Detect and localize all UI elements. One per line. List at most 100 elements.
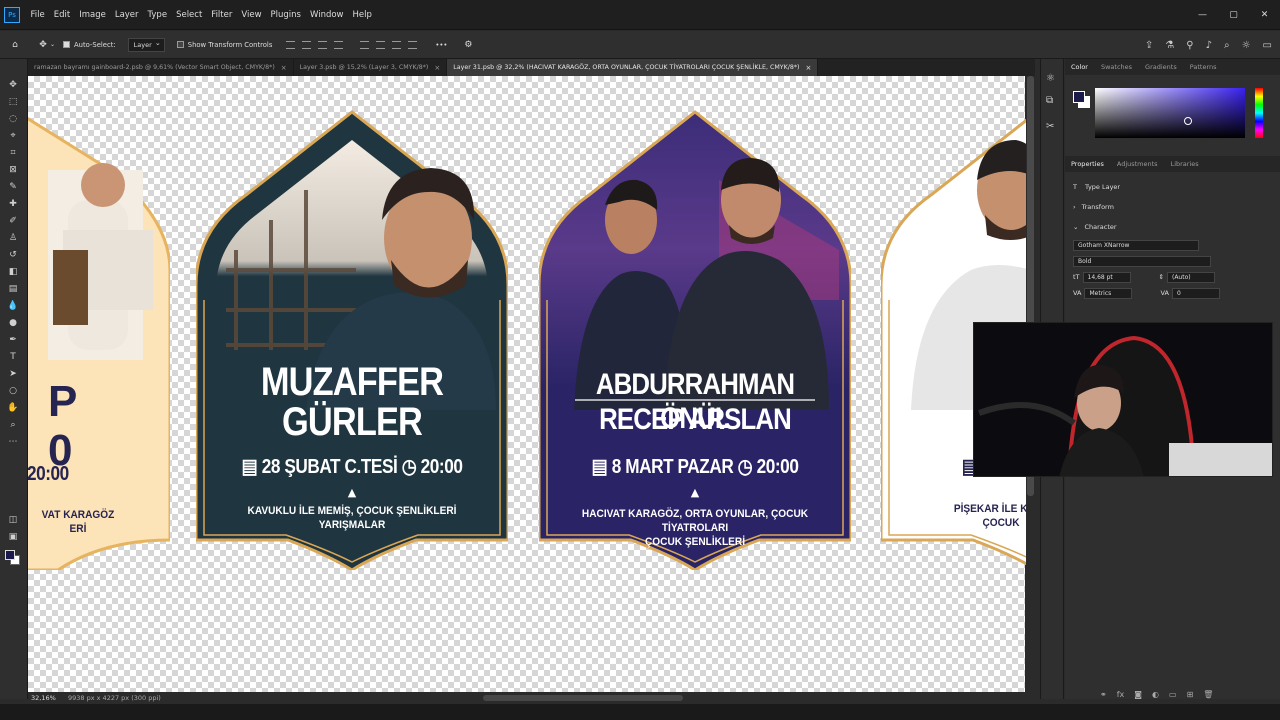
lightbulb-icon[interactable]: ☼ <box>1242 40 1251 51</box>
menu-file[interactable]: File <box>26 10 49 20</box>
path-select-icon[interactable]: ➤ <box>6 368 20 381</box>
zoom-tool-icon[interactable]: ⌕ <box>6 419 20 432</box>
tab-gradients[interactable]: Gradients <box>1145 63 1177 71</box>
flask-icon[interactable]: ⚗ <box>1165 40 1174 51</box>
align-left-icon[interactable] <box>286 40 296 49</box>
screen-mode-icon[interactable]: ▣ <box>6 531 20 544</box>
stamp-tool-icon[interactable]: ♙ <box>6 232 20 245</box>
align-middle-icon[interactable] <box>376 40 386 49</box>
tab-swatches[interactable]: Swatches <box>1101 63 1132 71</box>
history-brush-icon[interactable]: ↺ <box>6 249 20 262</box>
maximize-button[interactable]: ▢ <box>1218 10 1249 20</box>
home-icon[interactable]: ⌂ <box>8 38 22 52</box>
mask-icon[interactable]: ◙ <box>1134 690 1142 699</box>
foreground-color-swatch[interactable] <box>1073 91 1085 103</box>
eyedropper-icon[interactable]: ✎ <box>6 181 20 194</box>
menu-plugins[interactable]: Plugins <box>266 10 305 20</box>
canvas-area[interactable]: P 0 Sİ 20:00 VAT KARAGÖZERİ <box>28 76 1035 692</box>
align-top-icon[interactable] <box>360 40 370 49</box>
tab-libraries[interactable]: Libraries <box>1171 160 1199 168</box>
properties-panel-icon[interactable]: ⚛ <box>1046 73 1055 84</box>
auto-select-dropdown[interactable]: Layer <box>127 37 165 52</box>
close-icon[interactable]: × <box>281 64 287 72</box>
font-family-select[interactable]: Gotham XNarrow <box>1073 239 1199 251</box>
fx-icon[interactable]: fx <box>1117 690 1125 699</box>
menu-type[interactable]: Type <box>143 10 172 20</box>
shape-tool-icon[interactable]: ○ <box>6 385 20 398</box>
menu-help[interactable]: Help <box>348 10 376 20</box>
transform-section[interactable]: › Transform <box>1065 197 1280 217</box>
auto-select-checkbox[interactable] <box>63 41 71 48</box>
menu-view[interactable]: View <box>237 10 266 20</box>
group-icon[interactable]: ▭ <box>1169 690 1177 699</box>
healing-brush-icon[interactable]: ✚ <box>6 198 20 211</box>
tab-patterns[interactable]: Patterns <box>1190 63 1217 71</box>
foreground-color-swatch[interactable] <box>5 550 15 560</box>
tab-document-1[interactable]: ramazan bayramı gainboard-2.psb @ 9,61% … <box>28 59 294 76</box>
crop-tool-icon[interactable]: ⌗ <box>6 147 20 160</box>
hue-slider[interactable] <box>1255 88 1263 138</box>
font-size-input[interactable]: 14,68 pt <box>1082 271 1131 283</box>
leading-input[interactable]: (Auto) <box>1166 271 1215 283</box>
distribute-v-icon[interactable] <box>408 40 418 49</box>
eraser-icon[interactable]: ◧ <box>6 266 20 279</box>
share-icon[interactable]: ⇪ <box>1145 40 1153 51</box>
tab-color[interactable]: Color <box>1071 63 1088 71</box>
zoom-level[interactable]: 32,16% <box>28 694 68 702</box>
gear-icon[interactable]: ⚙ <box>461 38 475 52</box>
horizontal-scrollbar[interactable] <box>483 695 683 701</box>
font-style-select[interactable]: Bold <box>1073 255 1211 267</box>
marquee-tool-icon[interactable]: ⬚ <box>6 96 20 109</box>
hand-tool-icon[interactable]: ✋ <box>6 402 20 415</box>
brush-tool-icon[interactable]: ✐ <box>6 215 20 228</box>
minimize-button[interactable]: — <box>1187 10 1218 20</box>
document-canvas[interactable]: P 0 Sİ 20:00 VAT KARAGÖZERİ <box>28 76 1035 692</box>
quick-select-icon[interactable]: ⌖ <box>6 130 20 143</box>
tools-panel-icon[interactable]: ✂ <box>1046 121 1054 132</box>
color-picker-marker[interactable] <box>1184 117 1192 125</box>
menu-image[interactable]: Image <box>75 10 111 20</box>
menu-edit[interactable]: Edit <box>49 10 74 20</box>
bell-icon[interactable]: ♪ <box>1206 40 1212 51</box>
type-tool-icon[interactable]: T <box>6 351 20 364</box>
tab-document-2[interactable]: Layer 3.psb @ 15,2% (Layer 3, CMYK/8*) × <box>294 59 448 76</box>
distribute-icon[interactable] <box>334 40 344 49</box>
blur-tool-icon[interactable]: 💧 <box>6 300 20 313</box>
close-icon[interactable]: × <box>434 64 440 72</box>
layers-panel-icon[interactable]: ⧉ <box>1046 95 1053 106</box>
close-button[interactable]: ✕ <box>1249 10 1280 20</box>
move-tool-icon[interactable]: ✥ <box>6 79 20 92</box>
character-section[interactable]: ⌄ Character <box>1065 217 1280 237</box>
tab-properties[interactable]: Properties <box>1071 160 1104 168</box>
close-icon[interactable]: × <box>806 64 812 72</box>
kerning-select[interactable]: Metrics <box>1084 287 1133 299</box>
link-icon[interactable]: ⚭ <box>1100 690 1107 699</box>
search-icon[interactable]: ⌕ <box>1224 40 1230 51</box>
align-right-icon[interactable] <box>318 40 328 49</box>
menu-select[interactable]: Select <box>172 10 207 20</box>
adjustment-icon[interactable]: ◐ <box>1152 690 1159 699</box>
menu-window[interactable]: Window <box>305 10 348 20</box>
align-center-icon[interactable] <box>302 40 312 49</box>
pin-icon[interactable]: ⚲ <box>1186 40 1193 51</box>
menu-filter[interactable]: Filter <box>207 10 237 20</box>
gradient-tool-icon[interactable]: ▤ <box>6 283 20 296</box>
frame-tool-icon[interactable]: ⊠ <box>6 164 20 177</box>
tab-document-3[interactable]: Layer 31.psb @ 32,2% (HACIVAT KARAGÖZ, O… <box>447 59 819 76</box>
trash-icon[interactable]: 🗑 <box>1203 690 1213 699</box>
tab-adjustments[interactable]: Adjustments <box>1117 160 1158 168</box>
show-transform-checkbox[interactable] <box>176 41 184 48</box>
menu-layer[interactable]: Layer <box>110 10 143 20</box>
color-picker-field[interactable] <box>1095 88 1245 138</box>
dodge-tool-icon[interactable]: ● <box>6 317 20 330</box>
move-tool-icon[interactable]: ✥ <box>36 38 50 52</box>
more-tools-icon[interactable]: ⋯ <box>6 436 20 449</box>
quick-mask-icon[interactable]: ◫ <box>6 514 20 527</box>
align-bottom-icon[interactable] <box>392 40 402 49</box>
new-layer-icon[interactable]: ⊞ <box>1187 690 1194 699</box>
more-options-button[interactable]: ••• <box>435 41 447 49</box>
event-card-muzaffer-gurler[interactable]: MUZAFFER GÜRLER ▤ 28 ŞUBAT C.TESİ ◷ 20:0… <box>196 110 508 570</box>
tracking-input[interactable]: 0 <box>1171 287 1220 299</box>
workspace-icon[interactable]: ▭ <box>1263 40 1272 51</box>
pen-tool-icon[interactable]: ✒ <box>6 334 20 347</box>
